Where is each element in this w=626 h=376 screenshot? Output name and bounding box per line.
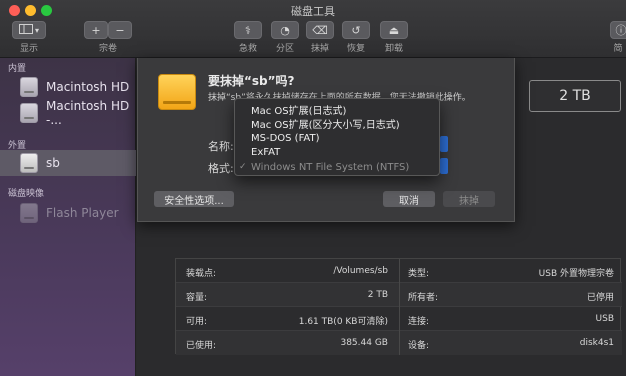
eraser-icon: ⌫ [312, 23, 328, 37]
menu-item-label: ExFAT [251, 147, 281, 159]
menu-item-label: Mac OS扩展(区分大小写,日志式) [251, 120, 400, 132]
format-dropdown-menu: Mac OS扩展(日志式) Mac OS扩展(区分大小写,日志式) MS-DOS… [234, 98, 440, 176]
internal-header: 内置 [8, 64, 27, 74]
sidebar-item-macintosh-hd-data[interactable]: Macintosh HD -... [0, 99, 136, 127]
menu-item-label: Mac OS扩展(日志式) [251, 105, 347, 117]
owners-value: 已停用 [586, 293, 614, 303]
security-options-button[interactable]: 安全性选项... [154, 191, 234, 207]
available-value: 1.61 TB(0 KB可清除) [298, 317, 388, 327]
volume-label: 宗卷 [98, 44, 117, 54]
cancel-button[interactable]: 取消 [383, 191, 435, 207]
owners-label: 所有者: [408, 293, 439, 303]
sidebar-toggle-icon [18, 23, 33, 37]
pie-chart-icon: ◔ [280, 23, 290, 37]
stethoscope-icon: ⚕ [245, 23, 251, 37]
partition-label: 分区 [275, 44, 294, 54]
window-title: 磁盘工具 [291, 5, 335, 18]
unmount-label: 卸载 [384, 44, 403, 54]
partition-button[interactable]: ◔ [271, 21, 299, 39]
sidebar-item-sb[interactable]: sb [0, 150, 136, 176]
sidebar-item-label: Flash Player [46, 206, 119, 220]
capacity-value: 2 TB [367, 290, 388, 300]
restore-icon: ↺ [351, 23, 361, 37]
menu-item-macos-case-sensitive[interactable]: Mac OS扩展(区分大小写,日志式) [235, 117, 439, 132]
sidebar-item-label: sb [46, 156, 60, 170]
volume-info-table: 装载点: /Volumes/sb 类型: USB 外置物理宗卷 容量: 2 TB… [175, 258, 622, 355]
erase-label: 抹掉 [310, 44, 329, 54]
menu-item-macos-journaled[interactable]: Mac OS扩展(日志式) [235, 102, 439, 117]
mount-point-label: 装载点: [186, 269, 217, 279]
restore-button[interactable]: ↺ [342, 21, 370, 39]
display-button[interactable]: ▾ [12, 21, 46, 39]
menu-item-ntfs: ✓ Windows NT File System (NTFS) [235, 160, 439, 175]
available-label: 可用: [186, 317, 208, 327]
first-aid-button[interactable]: ⚕ [234, 21, 262, 39]
type-value: USB 外置物理宗卷 [538, 269, 614, 279]
display-label: 显示 [19, 44, 38, 54]
minus-icon: − [115, 23, 125, 37]
menu-item-exfat[interactable]: ExFAT [235, 146, 439, 161]
capacity-display: 2 TB [529, 80, 621, 112]
external-drive-icon [158, 74, 196, 110]
remove-volume-button[interactable]: − [108, 21, 132, 39]
internal-disk-icon [20, 77, 38, 97]
external-disk-icon [20, 153, 38, 173]
format-popup-arrow[interactable] [440, 158, 448, 174]
erase-button[interactable]: 抹掉 [443, 191, 495, 207]
sidebar-item-label: Macintosh HD -... [46, 99, 130, 127]
toolbar: 磁盘工具 ▾ 显示 + − 宗卷 ⚕ 急救 ◔ 分区 ⌫ 抹掉 ↺ 恢复 ⏏ 卸… [0, 0, 626, 58]
format-label: 格式: [208, 162, 234, 175]
connection-label: 连接: [408, 317, 430, 327]
info-label: 简 [613, 44, 623, 54]
sidebar-item-label: Macintosh HD [46, 80, 130, 94]
plus-icon: + [91, 23, 101, 37]
eject-icon: ⏏ [388, 23, 400, 37]
name-label: 名称: [208, 140, 234, 153]
erase-toolbar-button[interactable]: ⌫ [306, 21, 334, 39]
dialog-title: 要抹掉“sb”吗? [208, 74, 295, 88]
internal-disk-icon [20, 103, 38, 123]
device-value: disk4s1 [579, 338, 614, 348]
restore-label: 恢复 [346, 44, 365, 54]
menu-item-label: Windows NT File System (NTFS) [251, 161, 410, 173]
disk-images-header: 磁盘映像 [8, 189, 45, 199]
checkmark-icon: ✓ [239, 162, 247, 173]
capacity-label: 容量: [186, 293, 208, 303]
unmount-button[interactable]: ⏏ [380, 21, 408, 39]
disk-image-icon [20, 203, 38, 223]
device-label: 设备: [408, 341, 430, 351]
type-label: 类型: [408, 269, 430, 279]
sidebar-item-macintosh-hd[interactable]: Macintosh HD [0, 74, 136, 100]
connection-value: USB [595, 314, 614, 324]
first-aid-label: 急救 [238, 44, 257, 54]
menu-item-ms-dos-fat[interactable]: MS-DOS (FAT) [235, 131, 439, 146]
info-button[interactable]: ⓘ [610, 21, 626, 39]
used-label: 已使用: [186, 341, 217, 351]
name-field-edge[interactable] [440, 136, 448, 152]
used-value: 385.44 GB [340, 338, 388, 348]
info-icon: ⓘ [615, 24, 626, 37]
sidebar-item-flash-player[interactable]: Flash Player [0, 200, 136, 226]
sidebar: 内置 Macintosh HD Macintosh HD -... 外置 sb … [0, 58, 136, 376]
column-divider [399, 259, 400, 355]
mount-point-value: /Volumes/sb [333, 266, 388, 276]
menu-item-label: MS-DOS (FAT) [251, 132, 320, 144]
add-volume-button[interactable]: + [84, 21, 108, 39]
chevron-down-icon: ▾ [34, 25, 39, 35]
